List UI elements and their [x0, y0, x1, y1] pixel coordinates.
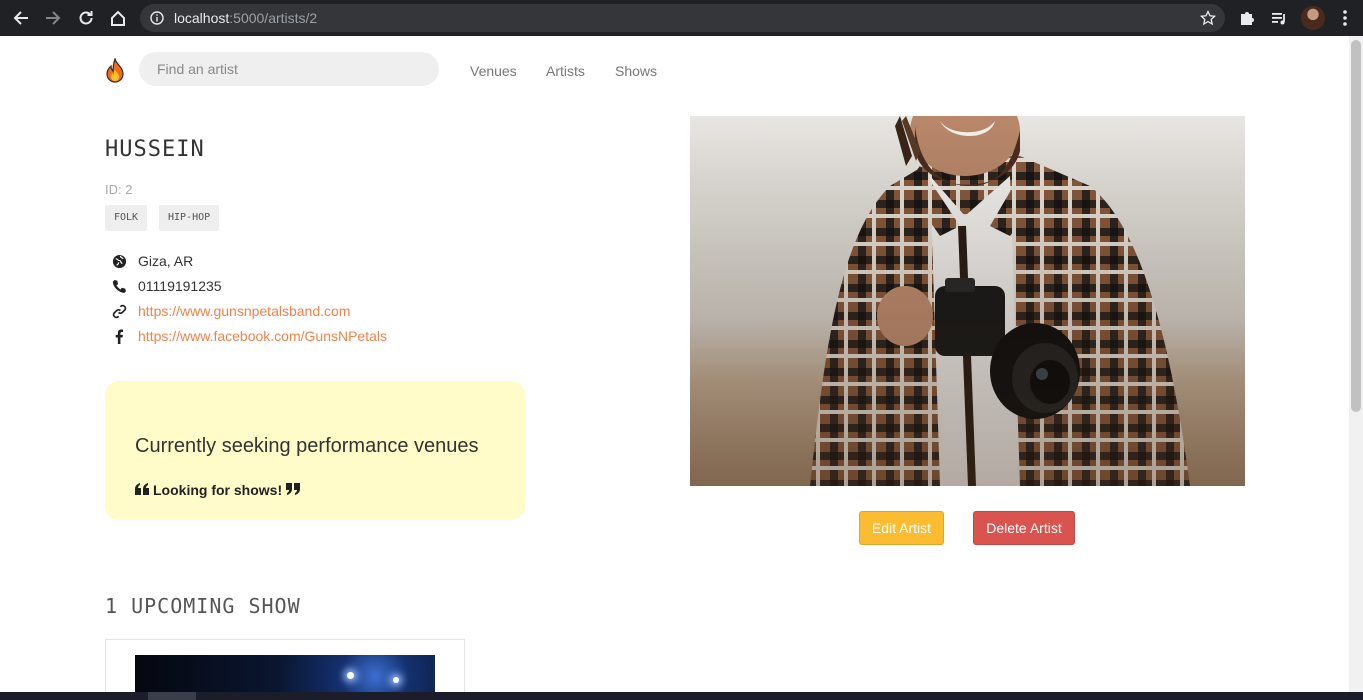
genre-tag: HIP-HOP: [159, 205, 220, 231]
bookmark-star-icon[interactable]: [1199, 9, 1217, 31]
back-arrow-icon[interactable]: [9, 6, 33, 30]
delete-artist-button[interactable]: Delete Artist: [973, 511, 1075, 545]
profile-avatar[interactable]: [1301, 6, 1325, 30]
extensions-puzzle-icon[interactable]: [1235, 6, 1259, 30]
edit-artist-button[interactable]: Edit Artist: [859, 511, 944, 545]
website-link[interactable]: https://www.gunsnpetalsband.com: [138, 303, 350, 319]
more-menu-icon[interactable]: [1333, 6, 1357, 30]
os-taskbar: [0, 692, 1363, 700]
url-path: :5000/artists/2: [229, 10, 318, 26]
nav-link-shows[interactable]: Shows: [615, 63, 657, 79]
home-icon[interactable]: [106, 6, 130, 30]
facebook-row: [111, 327, 127, 345]
phone-icon: [111, 278, 127, 294]
upcoming-shows-heading: 1 UPCOMING SHOW: [105, 594, 301, 618]
website-row: [111, 302, 127, 320]
nav-link-venues[interactable]: Venues: [470, 63, 517, 79]
genre-tag: FOLK: [105, 205, 148, 231]
url-host: localhost: [174, 10, 230, 26]
nav-link-artists[interactable]: Artists: [546, 63, 585, 79]
url-text: localhost:5000/artists/2: [174, 10, 317, 26]
facebook-icon: [111, 328, 127, 344]
artist-id: ID: 2: [105, 182, 133, 197]
scrollbar-thumb[interactable]: [1351, 40, 1361, 412]
media-queue-icon[interactable]: [1267, 6, 1291, 30]
quote-right-icon: [286, 482, 301, 498]
phone-row: [111, 277, 127, 295]
phone-text: 01119191235: [138, 278, 222, 294]
link-icon: [111, 303, 127, 319]
browser-toolbar: localhost:5000/artists/2: [0, 0, 1363, 36]
location-text: Giza, AR: [138, 253, 194, 269]
forward-arrow-icon[interactable]: [41, 6, 65, 30]
facebook-link[interactable]: https://www.facebook.com/GunsNPetals: [138, 328, 387, 344]
show-card[interactable]: [105, 639, 465, 700]
fire-logo-icon[interactable]: [104, 56, 126, 84]
page-scrollbar[interactable]: [1349, 36, 1363, 692]
seeking-description-text: Looking for shows!: [153, 482, 283, 498]
taskbar-item[interactable]: [148, 692, 196, 700]
globe-icon: [111, 253, 127, 269]
address-bar[interactable]: localhost:5000/artists/2: [140, 4, 1225, 32]
info-icon[interactable]: [150, 11, 164, 30]
seeking-title: Currently seeking performance venues: [135, 435, 479, 457]
artist-photo: [690, 116, 1245, 486]
quote-left-icon: [135, 482, 149, 498]
artist-search-input[interactable]: [139, 52, 439, 86]
location-row: [111, 252, 127, 270]
artist-name: HUSSEIN: [105, 137, 205, 162]
seeking-callout: Currently seeking performance venues Loo…: [105, 381, 525, 520]
reload-icon[interactable]: [74, 6, 98, 30]
seeking-description: Looking for shows!: [135, 482, 301, 498]
